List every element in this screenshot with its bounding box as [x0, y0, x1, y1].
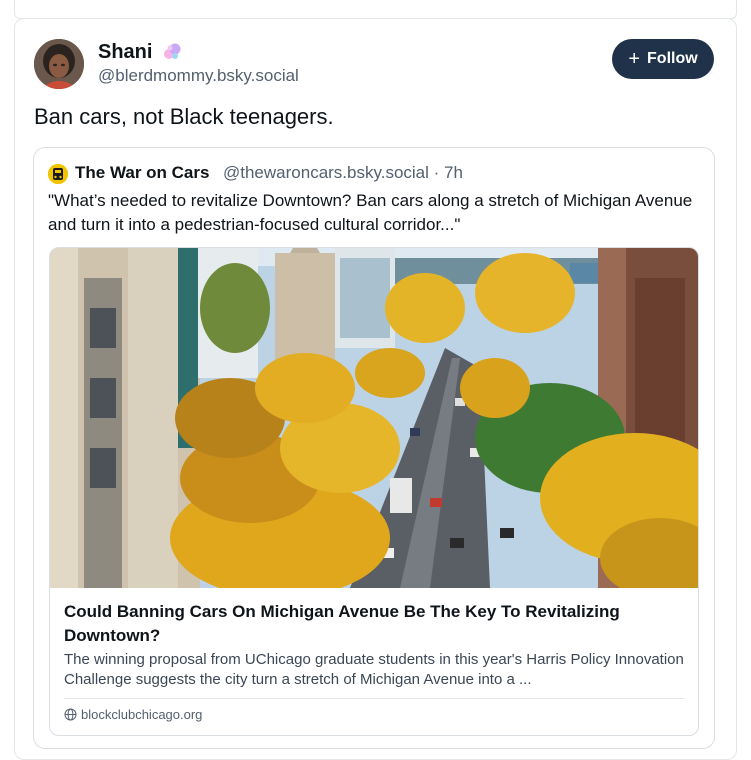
post-text: Ban cars, not Black teenagers. [34, 104, 334, 129]
quote-author-avatar[interactable] [48, 164, 68, 184]
quote-text: "What’s needed to revitalize Downtown? B… [48, 191, 693, 234]
quote-author-handle[interactable]: @thewaroncars.bsky.social · 7h [223, 163, 463, 183]
previous-post-frame [14, 0, 737, 19]
link-description: The winning proposal from UChicago gradu… [64, 651, 684, 688]
link-domain: blockclubchicago.org [81, 707, 203, 722]
author-avatar[interactable] [34, 39, 84, 89]
quote-author-name[interactable]: The War on Cars [75, 163, 209, 183]
link-domain-row[interactable]: blockclubchicago.org [64, 707, 202, 722]
link-preview-image [50, 248, 698, 588]
link-preview-card[interactable]: Could Banning Cars On Michigan Avenue Be… [49, 247, 699, 736]
plus-icon: + [628, 48, 641, 70]
follow-button[interactable]: + Follow [612, 39, 714, 79]
butterfly-badge-icon [164, 43, 181, 59]
link-divider [64, 698, 684, 699]
link-title[interactable]: Could Banning Cars On Michigan Avenue Be… [64, 600, 684, 648]
author-name[interactable]: Shani [98, 41, 152, 64]
globe-icon [64, 708, 77, 721]
author-handle[interactable]: @blerdmommy.bsky.social [98, 66, 299, 86]
follow-label: Follow [647, 50, 698, 67]
